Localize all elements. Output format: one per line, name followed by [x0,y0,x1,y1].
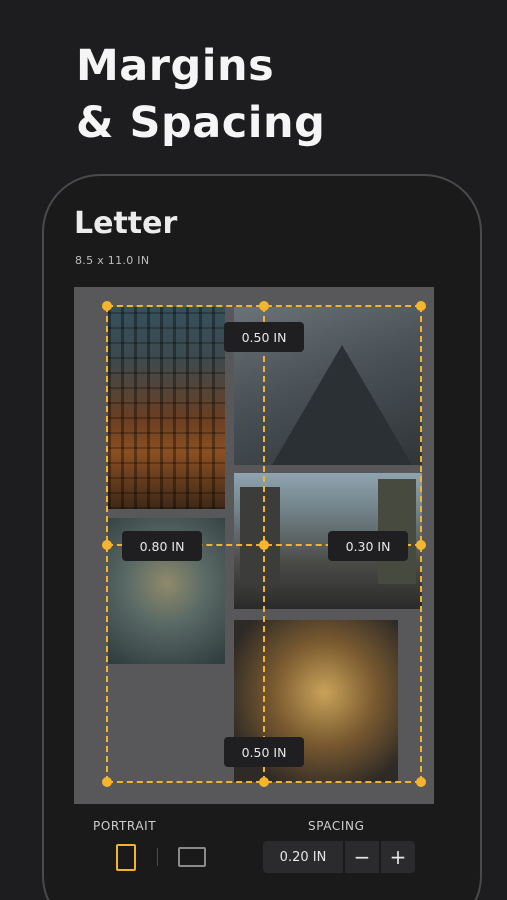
spacing-label: SPACING [308,819,365,833]
handle-top-right[interactable] [416,301,426,311]
photo-atrium[interactable] [108,307,225,509]
document-size: 8.5 x 11.0 IN [75,254,150,267]
spacing-value[interactable]: 0.20 IN [263,841,343,873]
handle-top-left[interactable] [102,301,112,311]
portrait-orientation-icon[interactable] [116,844,136,871]
orientation-label: PORTRAIT [93,819,157,833]
headline: Margins & Spacing [76,38,325,152]
handle-bottom-left[interactable] [102,777,112,787]
spacing-decrease-button[interactable]: − [345,841,379,873]
handle-bottom-right[interactable] [416,777,426,787]
spacing-increase-button[interactable]: + [381,841,415,873]
document-title: Letter [74,206,178,241]
handle-top-center[interactable] [259,301,269,311]
handle-middle-right[interactable] [416,540,426,550]
landscape-orientation-icon[interactable] [178,847,206,867]
headline-line-2: & Spacing [76,98,326,148]
orientation-divider [157,848,158,866]
handle-middle-left[interactable] [102,540,112,550]
left-margin-value: 0.80 IN [122,531,202,561]
bottom-margin-value: 0.50 IN [224,737,304,767]
right-margin-value: 0.30 IN [328,531,408,561]
handle-bottom-center[interactable] [259,777,269,787]
handle-center[interactable] [259,540,269,550]
page-preview[interactable]: 0.50 IN 0.80 IN 0.30 IN 0.50 IN [74,287,434,804]
top-margin-value: 0.50 IN [224,322,304,352]
headline-line-1: Margins [76,41,275,91]
